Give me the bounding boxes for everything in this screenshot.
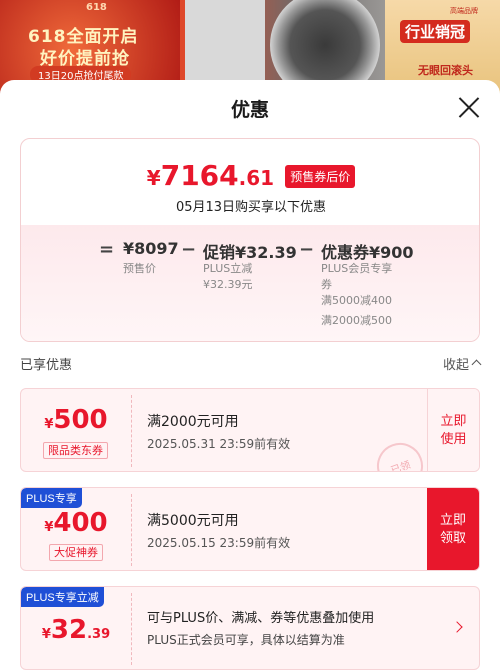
collapse-label: 收起 <box>442 358 469 373</box>
final-price-row: ¥7164.61 预售券后价 <box>21 159 479 192</box>
coupon-amount-number: 32 <box>50 615 88 645</box>
coupon-validity: 2025.05.15 23:59前有效 <box>147 536 291 550</box>
coupon-validity: 2025.05.31 23:59前有效 <box>147 437 291 451</box>
presale-label: 预售价 <box>123 262 156 275</box>
coupon-sub-2: 券 <box>321 278 332 291</box>
minus-sign-2: − <box>299 239 315 260</box>
plus-badge: PLUS专享 <box>21 488 82 508</box>
coupon-condition: 满2000元可用 <box>147 414 239 430</box>
coupon-card: ¥500 限品类东券 满2000元可用 2025.05.31 23:59前有效 … <box>20 388 480 472</box>
final-price-symbol: ¥ <box>146 166 161 190</box>
coupon-divider <box>131 494 132 566</box>
use-now-label: 立即 使用 <box>440 414 467 447</box>
use-now-button[interactable]: 立即 使用 <box>427 389 479 471</box>
equals-sign: = <box>99 239 115 260</box>
presale-value: ¥8097 <box>123 239 179 258</box>
coupon-amount: ¥500 <box>21 405 131 435</box>
coupon-divider <box>131 593 132 665</box>
promo-sub-1: PLUS立减 <box>203 262 253 275</box>
coupon-sub-1: PLUS会员专享 <box>321 262 393 275</box>
coupon-type-tag: 限品类东券 <box>43 442 108 459</box>
final-price: ¥7164.61 <box>147 159 274 192</box>
banner-right-sub: 无眼回滚头 <box>418 64 473 77</box>
price-summary-card: ¥7164.61 预售券后价 05月13日购买享以下优惠 = ¥8097 预售价… <box>20 138 480 342</box>
coupon-total-value: 优惠券¥900 <box>321 243 414 262</box>
minus-sign-1: − <box>181 239 197 260</box>
coupon-type-tag: 大促神券 <box>49 544 103 561</box>
coupon-condition: 满5000元可用 <box>147 513 239 529</box>
price-tag-badge: 预售券后价 <box>285 165 356 188</box>
coupon-amount-number: 400 <box>53 508 108 538</box>
claimed-stamp: 已领 <box>370 436 430 471</box>
final-price-int: 7164 <box>160 159 239 192</box>
coupon-amount-decimal: .39 <box>87 627 111 642</box>
coupon-condition: 可与PLUS价、满减、券等优惠叠加使用 <box>147 611 375 626</box>
promo-sub-2: ¥32.39元 <box>203 278 253 291</box>
coupon-sub-4: 满2000减500 <box>321 314 392 327</box>
coupon-divider <box>131 395 132 467</box>
coupon-card[interactable]: PLUS专享立减 ¥32.39 可与PLUS价、满减、券等优惠叠加使用 PLUS… <box>20 586 480 670</box>
plus-badge: PLUS专享立减 <box>21 587 104 607</box>
coupon-amount-number: 500 <box>53 405 108 435</box>
promo-value: 促销¥32.39 <box>203 243 297 262</box>
price-formula: = ¥8097 预售价 − 促销¥32.39 PLUS立减 ¥32.39元 − … <box>21 239 479 339</box>
final-price-dec: .61 <box>238 166 275 190</box>
banner-618-tag: 618 <box>86 2 107 13</box>
coupon-amount: ¥32.39 <box>21 615 131 645</box>
close-icon[interactable] <box>456 94 482 120</box>
coupon-card: PLUS专享 ¥400 大促神券 满5000元可用 2025.05.15 23:… <box>20 487 480 571</box>
banner-right-title: 行业销冠 <box>400 20 471 43</box>
claim-now-label: 立即 领取 <box>439 513 466 546</box>
coupon-validity: PLUS正式会员可享，具体以结算为准 <box>147 633 345 647</box>
discount-sheet: 优惠 ¥7164.61 预售券后价 05月13日购买享以下优惠 = ¥8097 … <box>0 80 500 672</box>
coupon-amount-symbol: ¥ <box>41 627 51 642</box>
enjoy-date-line: 05月13日购买享以下优惠 <box>175 200 327 215</box>
chevron-right-icon[interactable] <box>451 621 463 633</box>
enjoyed-discounts-label: 已享优惠 <box>20 358 73 373</box>
banner-right-small: 高端品牌 <box>450 7 478 15</box>
coupon-amount: ¥400 <box>21 508 131 538</box>
claim-now-button[interactable]: 立即 领取 <box>427 488 479 570</box>
coupon-sub-3: 满5000减400 <box>321 294 392 307</box>
collapse-button[interactable]: 收起 <box>442 354 482 373</box>
chevron-up-icon <box>471 359 482 370</box>
sheet-title: 优惠 <box>230 99 269 121</box>
